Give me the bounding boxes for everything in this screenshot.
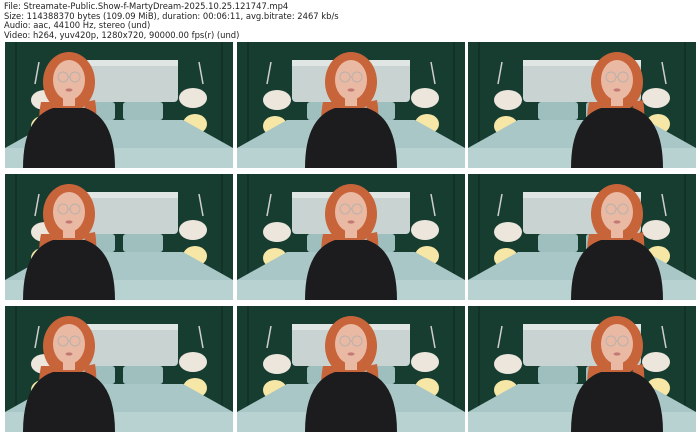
video-frame-thumbnail-3-1 <box>5 306 233 432</box>
video-info-line: Video: h264, yuv420p, 1280x720, 90000.00… <box>4 29 240 40</box>
video-frame-thumbnail-3-3 <box>468 306 696 432</box>
thumbnail-grid <box>5 42 696 433</box>
video-frame-thumbnail-2-1 <box>5 174 233 300</box>
video-frame-thumbnail-2-3 <box>468 174 696 300</box>
video-frame-thumbnail-1-2 <box>237 42 465 168</box>
video-frame-thumbnail-1-3 <box>468 42 696 168</box>
file-info-header: File: Streamate-Public.Show-f-MartyDream… <box>4 1 339 40</box>
video-frame-thumbnail-3-2 <box>237 306 465 432</box>
video-frame-thumbnail-1-1 <box>5 42 233 168</box>
video-frame-thumbnail-2-2 <box>237 174 465 300</box>
